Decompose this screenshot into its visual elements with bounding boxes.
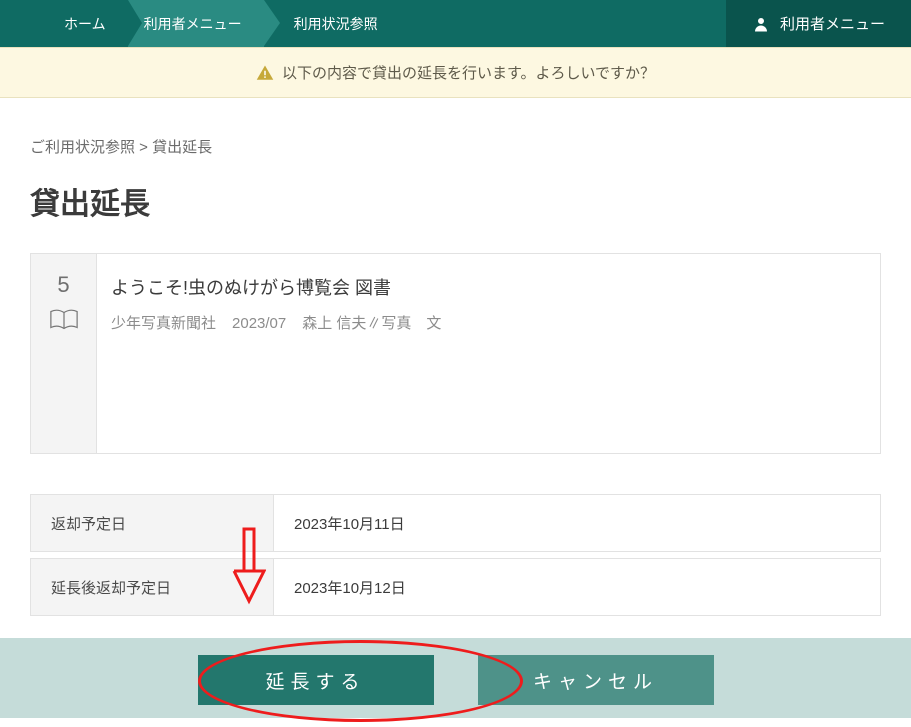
loan-item-index-col: 5 — [31, 254, 97, 453]
return-date-label: 返却予定日 — [31, 495, 274, 551]
loan-item-title: ようこそ!虫のぬけがら博覧会 図書 — [111, 274, 860, 300]
extended-return-date-row: 延長後返却予定日 2023年10月12日 — [30, 558, 881, 616]
breadcrumb-sep: > — [135, 139, 152, 156]
cancel-button[interactable]: キャンセル — [478, 655, 714, 705]
warning-icon — [256, 64, 274, 82]
user-icon — [752, 15, 770, 33]
extend-button[interactable]: 延長する — [198, 655, 434, 705]
page-title: 貸出延長 — [30, 179, 881, 223]
top-navbar: ホーム 利用者メニュー 利用状況参照 利用者メニュー — [0, 0, 911, 47]
loan-item-index: 5 — [57, 272, 69, 298]
nav-status-label: 利用状況参照 — [294, 14, 378, 34]
user-menu-button[interactable]: 利用者メニュー — [726, 0, 911, 47]
breadcrumb: ご利用状況参照 > 貸出延長 — [30, 136, 881, 157]
confirmation-text: 以下の内容で貸出の延長を行います。よろしいですか？ — [282, 62, 655, 83]
cancel-button-label: キャンセル — [533, 667, 658, 694]
nav-home[interactable]: ホーム — [48, 0, 128, 47]
book-icon — [49, 308, 79, 332]
nav-user-menu[interactable]: 利用者メニュー — [128, 0, 264, 47]
return-date-row: 返却予定日 2023年10月11日 — [30, 494, 881, 552]
return-date-value: 2023年10月11日 — [274, 495, 880, 551]
loan-item-publisher: 少年写真新聞社 — [111, 315, 216, 332]
loan-item-card: 5 ようこそ!虫のぬけがら博覧会 図書 少年写真新聞社 2023/07 森上 信夫∥… — [30, 253, 881, 454]
user-menu-label: 利用者メニュー — [780, 13, 885, 34]
loan-item-pubdate: 2023/07 — [232, 315, 286, 332]
extend-button-label: 延長する — [265, 667, 365, 694]
breadcrumb-parent[interactable]: ご利用状況参照 — [30, 139, 135, 156]
extended-return-date-label: 延長後返却予定日 — [31, 559, 274, 615]
nav-home-label: ホーム — [64, 14, 106, 34]
nav-status[interactable]: 利用状況参照 — [264, 0, 400, 47]
action-bar: 延長する キャンセル — [0, 638, 911, 718]
loan-item-author: 森上 信夫∥写真 文 — [302, 315, 441, 332]
loan-item-meta: 少年写真新聞社 2023/07 森上 信夫∥写真 文 — [111, 312, 860, 333]
extended-return-date-value: 2023年10月12日 — [274, 559, 880, 615]
breadcrumb-current: 貸出延長 — [152, 139, 212, 156]
nav-user-menu-label: 利用者メニュー — [144, 14, 242, 34]
confirmation-banner: 以下の内容で貸出の延長を行います。よろしいですか？ — [0, 47, 911, 98]
